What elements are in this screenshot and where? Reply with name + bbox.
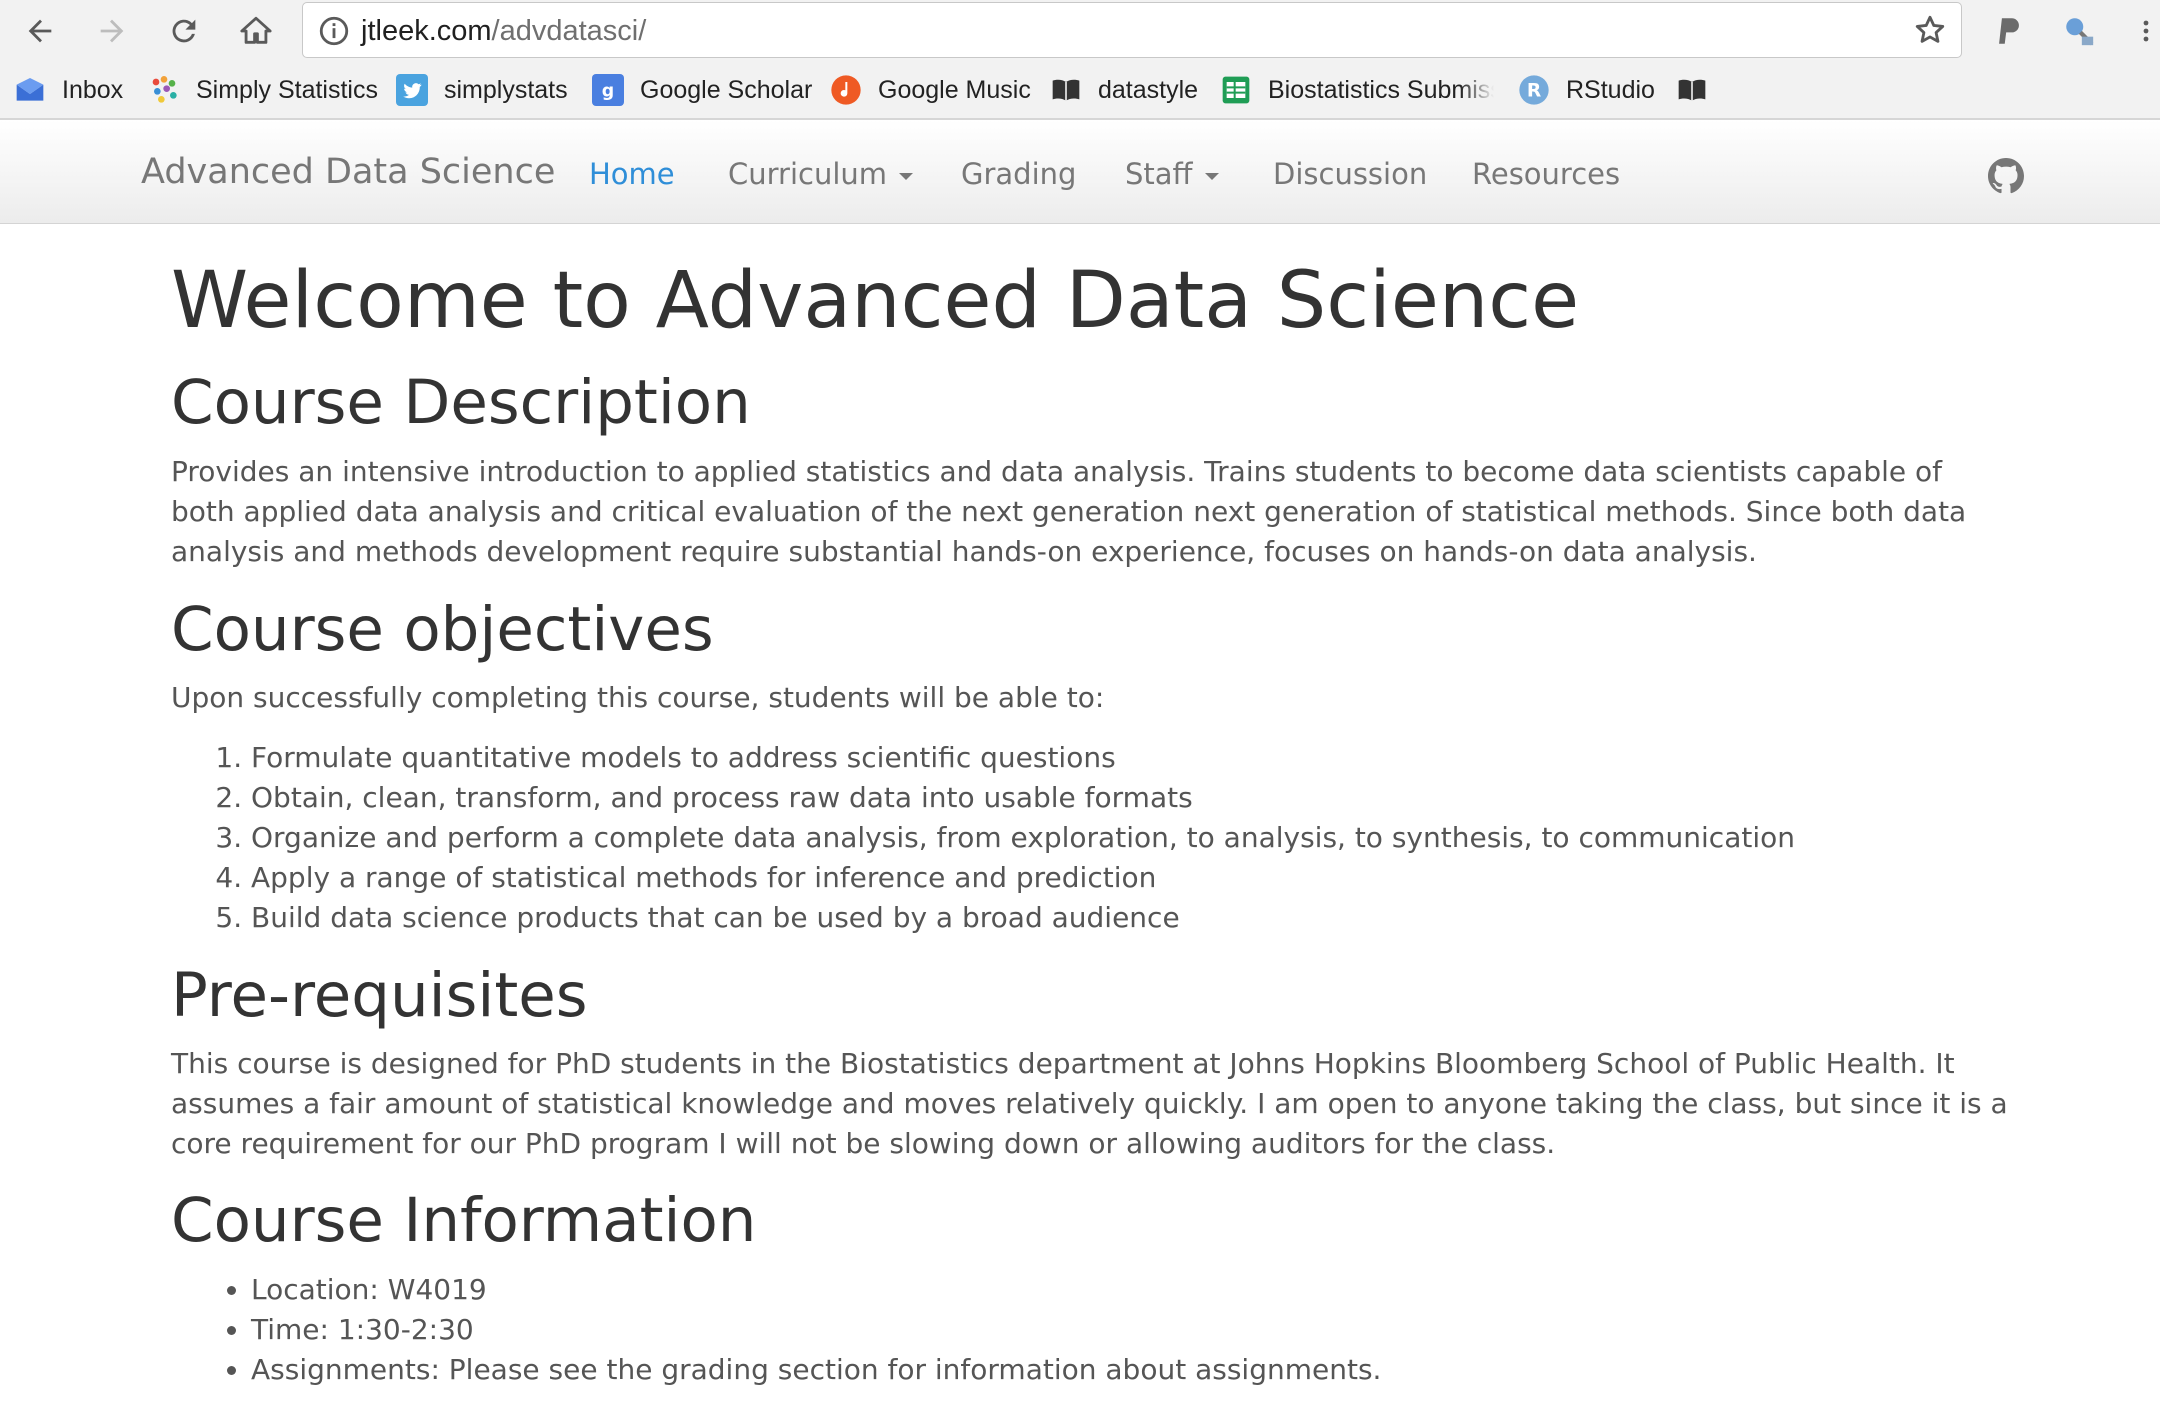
nav-home[interactable]: Home [589, 120, 675, 224]
bookmark-label: Simply Statistics [196, 75, 378, 104]
url-domain: jtleek.com [361, 15, 492, 47]
course-objectives-intro: Upon successfully completing this course… [171, 681, 1105, 714]
nav-staff[interactable]: Staff [1125, 120, 1219, 224]
page-title: Welcome to Advanced Data Science [171, 256, 1580, 346]
rstudio-icon: R [1518, 74, 1550, 106]
inbox-icon [14, 74, 46, 106]
nav-grading[interactable]: Grading [961, 120, 1076, 224]
bookmark-label: datastyle [1098, 75, 1199, 104]
bookmark-inbox[interactable]: Inbox [14, 68, 123, 112]
info-icon[interactable] [317, 14, 351, 48]
twitter-icon [396, 74, 428, 106]
course-information-heading: Course Information [171, 1185, 757, 1256]
back-button[interactable] [17, 8, 63, 54]
bookmark-book[interactable] [1676, 68, 1724, 112]
simply-statistics-icon [148, 74, 180, 106]
caret-down-icon [899, 172, 914, 180]
list-item: Build data science products that can be … [251, 898, 1795, 938]
bookmark-label: simplystats [444, 75, 568, 104]
caret-down-icon [1204, 172, 1219, 180]
bookmark-google-scholar[interactable]: g Google Scholar [592, 68, 812, 112]
list-item: Formulate quantitative models to address… [251, 738, 1795, 778]
search-extension-icon[interactable] [2060, 12, 2098, 50]
nav-staff-label: Staff [1125, 157, 1193, 191]
bookmark-biostatistics-submission[interactable]: Biostatistics Submiss [1220, 68, 1494, 112]
prerequisites-heading: Pre-requisites [171, 960, 588, 1031]
bookmark-label: Biostatistics Submiss [1268, 75, 1494, 104]
home-button[interactable] [233, 8, 279, 54]
bookmark-label: RStudio [1566, 75, 1655, 104]
nav-discussion[interactable]: Discussion [1273, 120, 1427, 224]
arrow-right-icon [100, 19, 124, 43]
list-item: Location: W4019 [251, 1270, 1381, 1310]
url-text[interactable]: jtleek.com/advdatasci/ [361, 3, 646, 59]
nav-resources[interactable]: Resources [1472, 120, 1620, 224]
list-item: Organize and perform a complete data ana… [251, 818, 1795, 858]
reload-icon [172, 19, 196, 43]
bookmark-label: Inbox [62, 75, 124, 104]
list-item: Time: 1:30-2:30 [251, 1310, 1381, 1350]
url-path: /advdatasci/ [491, 15, 647, 47]
list-item: Assignments: Please see the grading sect… [251, 1350, 1381, 1390]
bookmark-label: Google Scholar [640, 75, 813, 104]
forward-button[interactable] [89, 8, 135, 54]
bookmark-simply-statistics[interactable]: Simply Statistics [148, 68, 378, 112]
address-bar[interactable]: jtleek.com/advdatasci/ [302, 2, 1962, 58]
bookmark-star-icon[interactable] [1913, 13, 1947, 47]
home-icon [240, 16, 272, 44]
reload-button[interactable] [161, 8, 207, 54]
menu-icon[interactable] [2136, 12, 2156, 50]
google-music-icon [830, 74, 862, 106]
bookmark-label: Google Music [878, 75, 1031, 104]
nav-curriculum-label: Curriculum [728, 157, 888, 191]
sheets-icon [1220, 74, 1252, 106]
course-objectives-heading: Course objectives [171, 594, 714, 665]
paypal-extension-icon[interactable] [1990, 12, 2028, 50]
book-icon [1050, 74, 1082, 106]
list-item: Obtain, clean, transform, and process ra… [251, 778, 1795, 818]
google-scholar-icon: g [592, 74, 624, 106]
course-information-list: Location: W4019 Time: 1:30-2:30 Assignme… [171, 1270, 1381, 1390]
course-description-heading: Course Description [171, 367, 751, 438]
bookmarks-bar: Inbox Simply Statistics simplystats g Go… [0, 62, 2160, 120]
arrow-left-icon [28, 19, 52, 43]
objectives-list: Formulate quantitative models to address… [171, 738, 1795, 938]
bookmark-datastyle[interactable]: datastyle [1050, 68, 1198, 112]
bookmark-rstudio[interactable]: R RStudio [1518, 68, 1655, 112]
site-brand[interactable]: Advanced Data Science [141, 120, 555, 224]
github-icon[interactable] [1988, 158, 2024, 194]
bookmark-google-music[interactable]: Google Music [830, 68, 1031, 112]
book-icon [1676, 74, 1708, 106]
site-navbar: Advanced Data Science Home Curriculum Gr… [0, 120, 2160, 224]
course-description-text: Provides an intensive introduction to ap… [171, 455, 1967, 568]
bookmark-simplystats[interactable]: simplystats [396, 68, 568, 112]
svg-text:g: g [602, 82, 614, 102]
svg-text:R: R [1527, 81, 1541, 102]
prerequisites-text: This course is designed for PhD students… [171, 1047, 2008, 1160]
browser-toolbar: jtleek.com/advdatasci/ [0, 0, 2160, 62]
list-item: Apply a range of statistical methods for… [251, 858, 1795, 898]
nav-curriculum[interactable]: Curriculum [728, 120, 914, 224]
